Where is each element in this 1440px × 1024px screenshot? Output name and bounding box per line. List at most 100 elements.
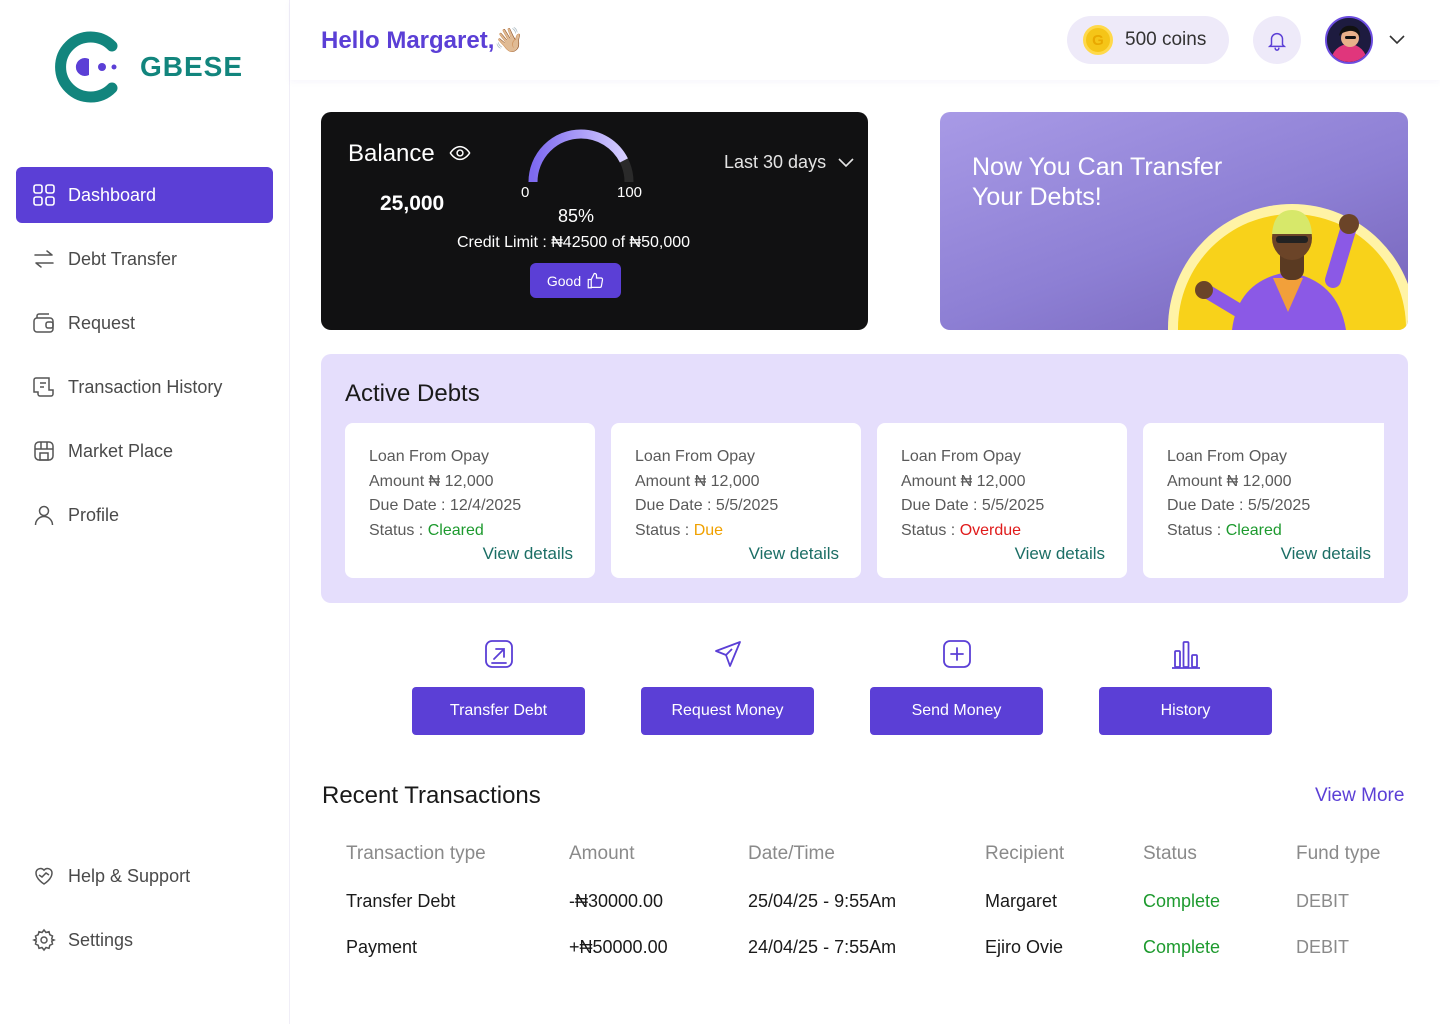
credit-gauge	[528, 129, 634, 183]
coins-pill[interactable]: G 500 coins	[1067, 16, 1229, 64]
gauge-max: 100	[617, 184, 643, 201]
period-label: Last 30 days	[724, 152, 827, 172]
status-badge: Cleared	[1225, 521, 1282, 539]
dashboard-grid-icon	[32, 183, 56, 207]
transfer-debt-button[interactable]: Transfer Debt	[412, 687, 585, 735]
gauge-percent: 85%	[558, 206, 595, 226]
sidebar: GBESE Dashboard Debt Transfer Request Tr…	[0, 0, 290, 1024]
debt-source: Loan From Opay	[1167, 448, 1288, 465]
debt-status: Status : Due	[635, 521, 724, 539]
sidebar-item-market-place[interactable]: Market Place	[16, 423, 273, 479]
request-money-button[interactable]: Request Money	[641, 687, 814, 735]
debt-amount: Amount ₦ 12,000	[369, 472, 494, 490]
view-more-link[interactable]: View More	[1315, 785, 1404, 807]
transfer-out-icon	[485, 640, 513, 668]
debt-card[interactable]: Loan From Opay Amount ₦ 12,000 Due Date …	[877, 423, 1127, 578]
status-badge: Cleared	[427, 521, 484, 539]
table-cell: -₦30000.00	[569, 891, 664, 911]
debt-status: Status : Cleared	[1167, 521, 1282, 539]
debt-due-date: Due Date : 12/4/2025	[369, 497, 522, 514]
recent-transactions-title: Recent Transactions	[322, 782, 541, 809]
balance-title: Balance	[348, 140, 435, 167]
bell-icon	[1267, 32, 1287, 51]
logo-mark-icon	[55, 31, 118, 103]
debt-due-date: Due Date : 5/5/2025	[901, 497, 1045, 514]
sidebar-item-request[interactable]: Request	[16, 295, 273, 351]
store-icon	[32, 439, 56, 463]
view-details-link[interactable]: View details	[749, 542, 839, 567]
user-icon	[32, 503, 56, 527]
debt-source: Loan From Opay	[635, 448, 756, 465]
coins-label: 500 coins	[1125, 29, 1207, 50]
promo-illustration	[1168, 204, 1408, 330]
notifications-button[interactable]	[1253, 16, 1301, 64]
rating-badge[interactable]: Good	[530, 263, 621, 298]
heart-support-icon	[32, 864, 56, 888]
debt-card[interactable]: Loan From Opay Amount ₦ 12,000 Due Date …	[345, 423, 595, 578]
wallet-icon	[32, 311, 56, 335]
column-header: Fund type	[1296, 843, 1381, 864]
table-cell: +₦50000.00	[569, 937, 668, 957]
column-header: Transaction type	[346, 843, 486, 864]
transfer-arrows-icon	[32, 247, 56, 271]
debt-status: Status : Cleared	[369, 521, 484, 539]
avatar[interactable]	[1325, 16, 1373, 64]
sidebar-item-profile[interactable]: Profile	[16, 487, 273, 543]
sidebar-item-settings[interactable]: Settings	[16, 912, 273, 968]
table-cell: Payment	[346, 937, 418, 957]
sidebar-item-label: Help & Support	[68, 865, 191, 886]
sidebar-bottom-nav: Help & Support Settings	[16, 848, 273, 976]
brand-logo[interactable]: GBESE	[48, 28, 243, 106]
sidebar-item-debt-transfer[interactable]: Debt Transfer	[16, 231, 273, 287]
chevron-down-icon[interactable]	[1387, 30, 1407, 50]
receipt-icon	[32, 375, 56, 399]
column-header: Amount	[569, 843, 635, 864]
thumbs-up-icon	[587, 272, 604, 288]
gauge-min: 0	[521, 184, 530, 201]
gauge-fill	[528, 129, 634, 183]
table-cell: 25/04/25 - 9:55Am	[748, 891, 897, 911]
balance-card: Balance 25,000 0 100 85% Credit Limit : …	[321, 112, 868, 330]
plus-square-icon	[943, 640, 971, 668]
active-debts-panel: Active Debts Loan From Opay Amount ₦ 12,…	[321, 354, 1408, 603]
top-header: Hello Margaret,👋🏼 G 500 coins	[290, 0, 1440, 80]
greeting: Hello Margaret,👋🏼	[321, 26, 524, 55]
status-badge: Complete	[1143, 891, 1221, 911]
send-plane-icon	[715, 641, 741, 667]
debt-amount: Amount ₦ 12,000	[1167, 472, 1292, 490]
column-header: Date/Time	[748, 843, 835, 864]
sidebar-item-help-support[interactable]: Help & Support	[16, 848, 273, 904]
view-details-link[interactable]: View details	[483, 542, 573, 567]
send-money-button[interactable]: Send Money	[870, 687, 1043, 735]
sidebar-item-label: Settings	[68, 929, 134, 950]
debt-card[interactable]: Loan From Opay Amount ₦ 12,000 Due Date …	[1143, 423, 1384, 578]
sidebar-item-label: Debt Transfer	[68, 248, 178, 269]
column-header: Recipient	[985, 843, 1065, 864]
sidebar-item-label: Request	[68, 312, 136, 333]
table-cell: Transfer Debt	[346, 891, 456, 911]
history-button[interactable]: History	[1099, 687, 1272, 735]
sidebar-item-label: Dashboard	[68, 184, 157, 205]
sidebar-item-dashboard[interactable]: Dashboard	[16, 167, 273, 223]
debt-card[interactable]: Loan From Opay Amount ₦ 12,000 Due Date …	[611, 423, 861, 578]
avatar-image	[1327, 18, 1371, 62]
table-cell: DEBIT	[1296, 891, 1350, 911]
balance-amount: 25,000	[380, 192, 445, 215]
debt-due-date: Due Date : 5/5/2025	[1167, 497, 1311, 514]
debt-amount: Amount ₦ 12,000	[635, 472, 760, 490]
wave-emoji: 👋🏼	[494, 27, 525, 54]
eye-icon[interactable]	[449, 142, 471, 164]
table-cell: 24/04/25 - 7:55Am	[748, 937, 897, 957]
brand-name: GBESE	[140, 51, 244, 82]
view-details-link[interactable]: View details	[1281, 542, 1371, 567]
debt-status: Status : Overdue	[901, 521, 1022, 539]
active-debts-title: Active Debts	[345, 380, 480, 407]
sidebar-item-label: Transaction History	[68, 376, 223, 397]
view-details-link[interactable]: View details	[1015, 542, 1105, 567]
sidebar-item-transaction-history[interactable]: Transaction History	[16, 359, 273, 415]
sidebar-item-label: Market Place	[68, 440, 174, 461]
promo-banner[interactable]: Now You Can Transfer Your Debts!	[940, 112, 1408, 330]
column-header: Status	[1143, 843, 1197, 864]
debt-source: Loan From Opay	[369, 448, 490, 465]
period-dropdown[interactable]: Last 30 days	[724, 152, 856, 173]
